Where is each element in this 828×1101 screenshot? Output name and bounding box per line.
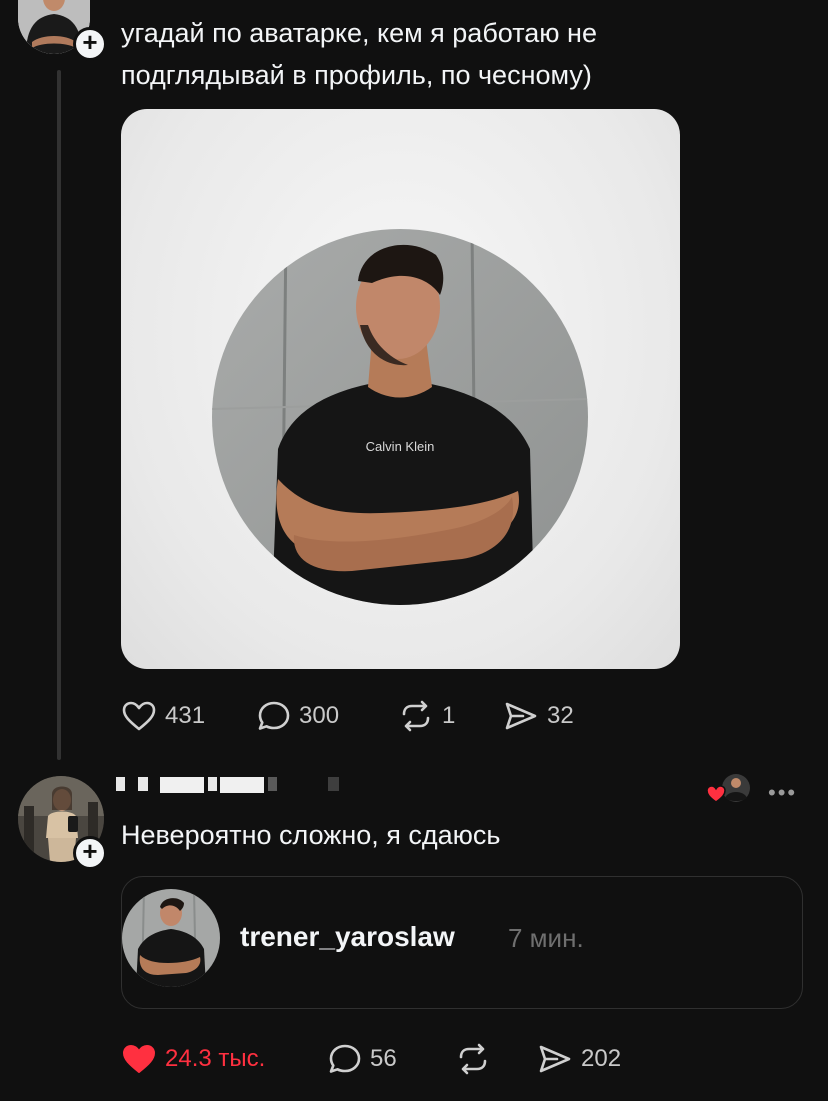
quoted-username[interactable]: trener_yaroslaw xyxy=(240,921,455,953)
like-count: 24.3 тыс. xyxy=(165,1045,266,1072)
redacted-username xyxy=(116,777,339,793)
heart-filled-icon xyxy=(123,1045,155,1073)
more-options-button[interactable]: ••• xyxy=(768,780,797,806)
ellipsis-icon: ••• xyxy=(768,780,798,805)
post-text-line-1: угадай по аватарке, кем я работаю не xyxy=(121,18,597,48)
reply-count: 300 xyxy=(299,702,340,729)
post-text-line-2: подглядывай в профиль, по чесному) xyxy=(121,60,592,90)
portrait-photo: Calvin Klein xyxy=(212,229,588,605)
liked-by-avatar-icon xyxy=(706,774,750,803)
follow-plus-icon[interactable]: + xyxy=(73,836,107,870)
repost-button[interactable]: 1 xyxy=(398,700,455,732)
share-count: 202 xyxy=(581,1045,622,1072)
like-button-active[interactable]: 24.3 тыс. xyxy=(121,1043,265,1075)
quoted-avatar-image xyxy=(122,889,220,987)
speech-bubble-icon xyxy=(329,1044,361,1073)
repost-arrows-icon xyxy=(459,1043,487,1075)
quoted-avatar[interactable] xyxy=(122,889,220,987)
quoted-timestamp: 7 мин. xyxy=(508,923,584,953)
liked-by-author-indicator xyxy=(706,772,754,808)
share-button[interactable]: 202 xyxy=(537,1043,621,1075)
thread-line xyxy=(57,70,61,760)
heart-icon xyxy=(122,701,156,731)
share-count: 32 xyxy=(547,702,574,729)
post-image[interactable]: Calvin Klein xyxy=(121,109,680,669)
repost-arrows-icon xyxy=(402,700,430,732)
shirt-brand-label: Calvin Klein xyxy=(366,439,435,454)
post-text: угадай по аватарке, кем я работаю не под… xyxy=(121,12,721,96)
portrait-illustration: Calvin Klein xyxy=(212,229,588,605)
share-button[interactable]: 32 xyxy=(503,700,574,732)
paper-plane-icon xyxy=(539,1045,571,1073)
follow-plus-icon[interactable]: + xyxy=(73,27,107,61)
reply-button[interactable]: 56 xyxy=(328,1043,397,1075)
reply-text: Невероятно сложно, я сдаюсь xyxy=(121,820,501,850)
paper-plane-icon xyxy=(505,702,537,730)
repost-count: 1 xyxy=(442,702,456,729)
speech-bubble-icon xyxy=(258,701,290,730)
reply-button[interactable]: 300 xyxy=(257,700,339,732)
quoted-profile-card[interactable]: trener_yaroslaw 7 мин. xyxy=(121,876,803,1009)
repost-button[interactable] xyxy=(455,1043,491,1075)
reply-count: 56 xyxy=(370,1045,397,1072)
like-button[interactable]: 431 xyxy=(121,700,205,732)
like-count: 431 xyxy=(165,702,206,729)
